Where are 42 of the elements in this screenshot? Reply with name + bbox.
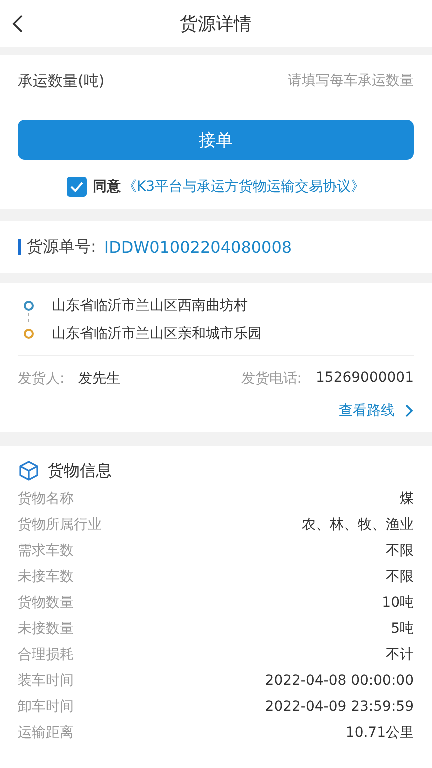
field-label: 运输距离 bbox=[18, 724, 74, 742]
agree-label: 同意 bbox=[92, 178, 121, 196]
field-value: 2022-04-09 23:59:59 bbox=[265, 699, 414, 715]
connector-line bbox=[28, 313, 29, 322]
chevron-icon bbox=[405, 404, 414, 418]
quantity-label: 承运数量(吨) bbox=[18, 72, 105, 90]
box-icon bbox=[18, 460, 40, 482]
field-value: 不限 bbox=[386, 542, 414, 560]
address-text: 山东省临沂市兰山区亲和城市乐园 bbox=[52, 325, 262, 343]
view-route-link[interactable]: 查看路线 bbox=[339, 402, 414, 420]
back-icon[interactable] bbox=[12, 14, 24, 34]
page-title: 货源详情 bbox=[180, 12, 252, 36]
shipper-label: 发货人: bbox=[18, 370, 65, 388]
phone-number: 15269000001 bbox=[316, 370, 414, 388]
field-value: 10吨 bbox=[382, 594, 414, 612]
shipper-name: 发先生 bbox=[78, 370, 121, 388]
field-label: 未接数量 bbox=[18, 620, 74, 638]
agreement-link[interactable]: 《K3平台与承运方货物运输交易协议》 bbox=[122, 178, 366, 196]
accent-bar bbox=[18, 239, 21, 255]
accept-button[interactable]: 接单 bbox=[18, 120, 414, 160]
field-label: 货物数量 bbox=[18, 594, 74, 612]
field-value: 农、林、牧、渔业 bbox=[302, 516, 414, 534]
field-value: 不限 bbox=[386, 568, 414, 586]
field-value: 不计 bbox=[386, 646, 414, 664]
field-value: 煤 bbox=[400, 490, 414, 508]
address-text: 山东省临沂市兰山区西南曲坊村 bbox=[52, 297, 248, 315]
field-label: 合理损耗 bbox=[18, 646, 74, 664]
order-number: IDDW01002204080008 bbox=[104, 238, 292, 256]
field-value: 5吨 bbox=[391, 620, 414, 638]
field-label: 货物名称 bbox=[18, 490, 74, 508]
field-label: 装车时间 bbox=[18, 672, 74, 690]
field-label: 卸车时间 bbox=[18, 698, 74, 716]
check-icon bbox=[70, 181, 84, 193]
field-label: 未接车数 bbox=[18, 568, 74, 586]
field-value: 2022-04-08 00:00:00 bbox=[265, 673, 414, 689]
section-title: 货物信息 bbox=[48, 460, 112, 482]
field-value: 10.71公里 bbox=[346, 724, 414, 742]
field-label: 需求车数 bbox=[18, 542, 74, 560]
agreement-checkbox[interactable] bbox=[66, 177, 87, 197]
field-label: 货物所属行业 bbox=[18, 516, 102, 534]
order-number-label: 货源单号: bbox=[27, 236, 96, 258]
phone-label: 发货电话: bbox=[241, 370, 302, 388]
